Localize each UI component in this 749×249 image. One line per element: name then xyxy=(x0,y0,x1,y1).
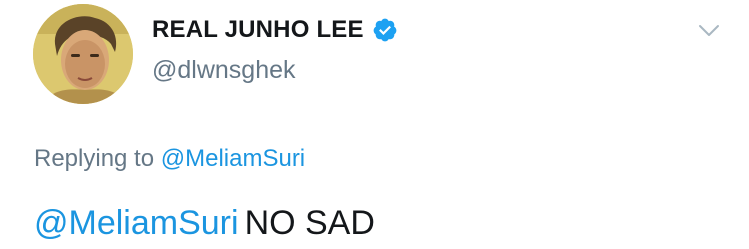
chevron-down-icon[interactable] xyxy=(698,24,720,38)
avatar[interactable] xyxy=(33,4,133,104)
avatar-image xyxy=(33,4,133,104)
replying-to-label: Replying to xyxy=(34,145,155,172)
replying-to-mention-link[interactable]: @MeliamSuri xyxy=(161,145,305,172)
tweet-card: REAL JUNHO LEE @dlwnsghek Replying to @M… xyxy=(0,0,749,249)
user-handle[interactable]: @dlwnsghek xyxy=(152,56,296,85)
tweet-mention-link[interactable]: @MeliamSuri xyxy=(34,204,239,242)
verified-badge-icon xyxy=(372,17,398,43)
display-name-row[interactable]: REAL JUNHO LEE xyxy=(152,16,398,44)
tweet-text: @MeliamSuri NO SAD xyxy=(34,204,375,243)
replying-to-line: Replying to @MeliamSuri xyxy=(34,145,305,173)
tweet-body-text: NO SAD xyxy=(244,204,375,242)
display-name[interactable]: REAL JUNHO LEE xyxy=(152,16,364,44)
